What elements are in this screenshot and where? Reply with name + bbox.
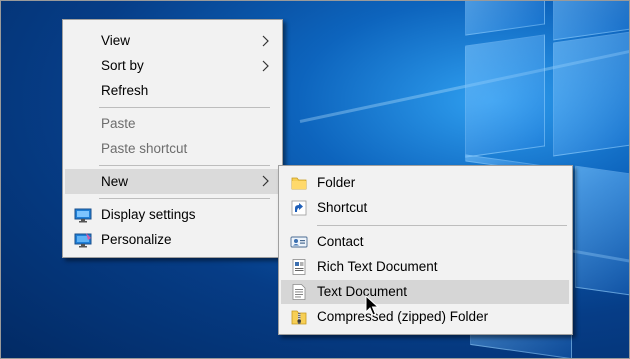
submenu-item-label: Text Document — [317, 284, 408, 299]
personalize-icon — [74, 233, 92, 248]
rich-text-document-icon — [292, 259, 306, 275]
menu-item-label: Paste — [101, 116, 136, 131]
menu-item-paste-shortcut[interactable]: Paste shortcut — [65, 137, 279, 161]
contact-icon — [290, 236, 308, 248]
submenu-item-label: Shortcut — [317, 200, 368, 215]
menu-separator — [99, 165, 270, 166]
wallpaper-window-pane — [553, 29, 630, 157]
submenu-item-label: Contact — [317, 234, 364, 249]
wallpaper-window-pane — [465, 34, 545, 158]
folder-icon — [291, 177, 307, 190]
menu-item-label: New — [101, 174, 129, 189]
submenu-item-folder[interactable]: Folder — [281, 171, 569, 195]
display-settings-icon — [74, 208, 92, 223]
submenu-item-contact[interactable]: Contact — [281, 230, 569, 254]
wallpaper-window-pane — [465, 0, 545, 36]
chevron-right-icon — [262, 60, 269, 72]
menu-item-label: Sort by — [101, 58, 144, 73]
menu-item-label: Personalize — [101, 232, 172, 247]
submenu-item-rich-text-document[interactable]: Rich Text Document — [281, 255, 569, 279]
chevron-right-icon — [262, 35, 269, 47]
menu-item-display-settings[interactable]: Display settings — [65, 203, 279, 227]
desktop-context-menu: View Sort by Refresh Paste Paste shortcu… — [62, 19, 283, 258]
submenu-item-text-document[interactable]: Text Document — [281, 280, 569, 304]
menu-item-paste[interactable]: Paste — [65, 112, 279, 136]
submenu-item-shortcut[interactable]: Shortcut — [281, 196, 569, 220]
menu-item-label: Refresh — [101, 83, 149, 98]
chevron-right-icon — [262, 175, 269, 187]
submenu-item-label: Compressed (zipped) Folder — [317, 309, 489, 324]
menu-item-sort-by[interactable]: Sort by — [65, 54, 279, 78]
menu-item-refresh[interactable]: Refresh — [65, 79, 279, 103]
zip-folder-icon — [291, 310, 307, 325]
submenu-item-label: Rich Text Document — [317, 259, 438, 274]
submenu-item-label: Folder — [317, 175, 356, 190]
menu-separator — [99, 107, 270, 108]
menu-item-label: Paste shortcut — [101, 141, 188, 156]
new-submenu: Folder Shortcut Contact Rich Text Docume… — [278, 165, 573, 335]
shortcut-icon — [291, 200, 307, 216]
menu-item-label: View — [101, 33, 131, 48]
menu-separator — [317, 225, 567, 226]
wallpaper-window-pane — [575, 165, 630, 297]
menu-item-view[interactable]: View — [65, 29, 279, 53]
submenu-item-compressed-folder[interactable]: Compressed (zipped) Folder — [281, 305, 569, 329]
menu-separator — [99, 198, 270, 199]
menu-item-new[interactable]: New — [65, 169, 279, 194]
menu-item-personalize[interactable]: Personalize — [65, 228, 279, 252]
text-document-icon — [292, 284, 306, 300]
menu-item-label: Display settings — [101, 207, 196, 222]
mouse-pointer-icon — [365, 295, 379, 316]
